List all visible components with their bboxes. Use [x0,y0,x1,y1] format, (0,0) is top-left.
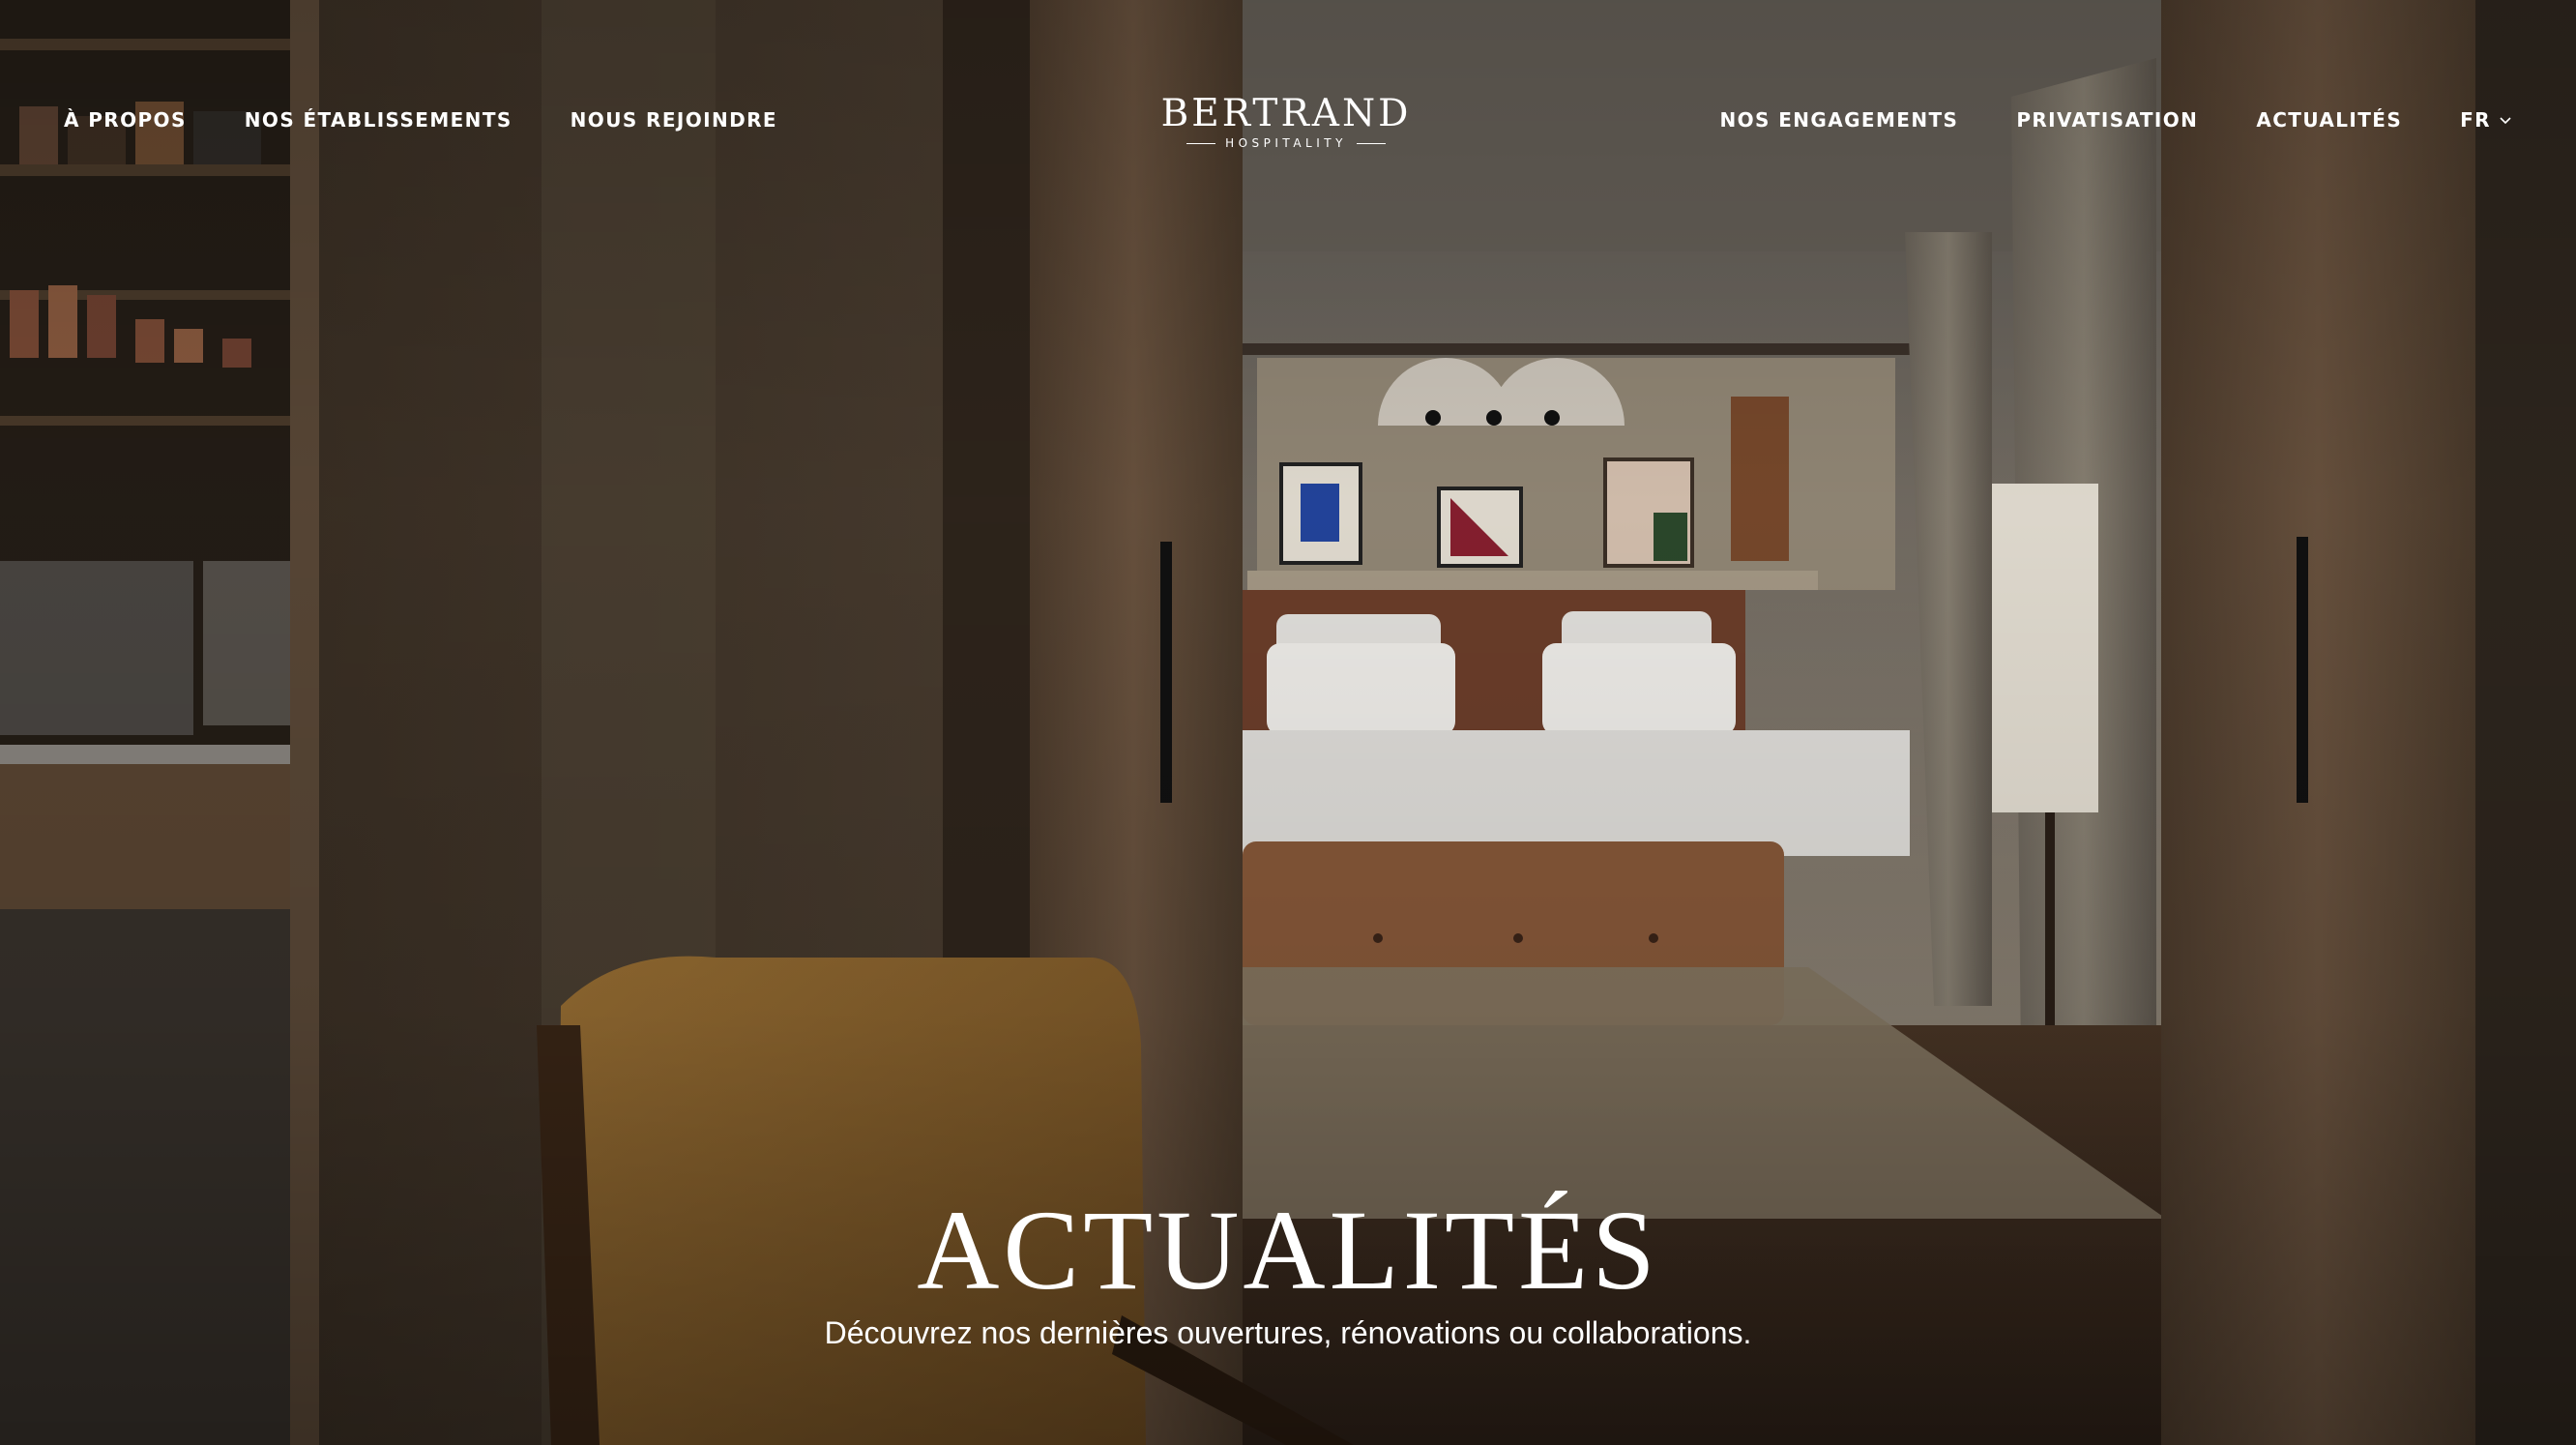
language-label: FR [2460,108,2491,132]
language-selector[interactable]: FR [2460,108,2512,132]
page-subtitle: Découvrez nos dernières ouvertures, réno… [824,1315,1752,1350]
main-nav-right: NOS ENGAGEMENTS PRIVATISATION ACTUALITÉS… [1661,108,2512,132]
main-nav-left: À PROPOS NOS ÉTABLISSEMENTS NOUS REJOIND… [64,108,835,132]
nav-link-nos-engagements[interactable]: NOS ENGAGEMENTS [1719,108,1958,132]
logo-rule-right [1356,142,1386,144]
logo-rule-left [1186,142,1216,144]
nav-link-a-propos[interactable]: À PROPOS [64,108,187,132]
hero-section: À PROPOS NOS ÉTABLISSEMENTS NOUS REJOIND… [0,0,2576,1445]
logo-subline: HOSPITALITY [1157,135,1415,151]
chevron-down-icon [2500,117,2511,125]
nav-link-actualites[interactable]: ACTUALITÉS [2256,108,2402,132]
page-title: ACTUALITÉS [917,1187,1659,1313]
logo-subtitle: HOSPITALITY [1225,136,1347,150]
brand-logo[interactable]: BERTRAND HOSPITALITY [1157,93,1415,155]
nav-link-nous-rejoindre[interactable]: NOUS REJOINDRE [571,108,777,132]
nav-link-nos-etablissements[interactable]: NOS ÉTABLISSEMENTS [245,108,512,132]
logo-wordmark: BERTRAND [1160,92,1412,135]
nav-link-privatisation[interactable]: PRIVATISATION [2016,108,2198,132]
